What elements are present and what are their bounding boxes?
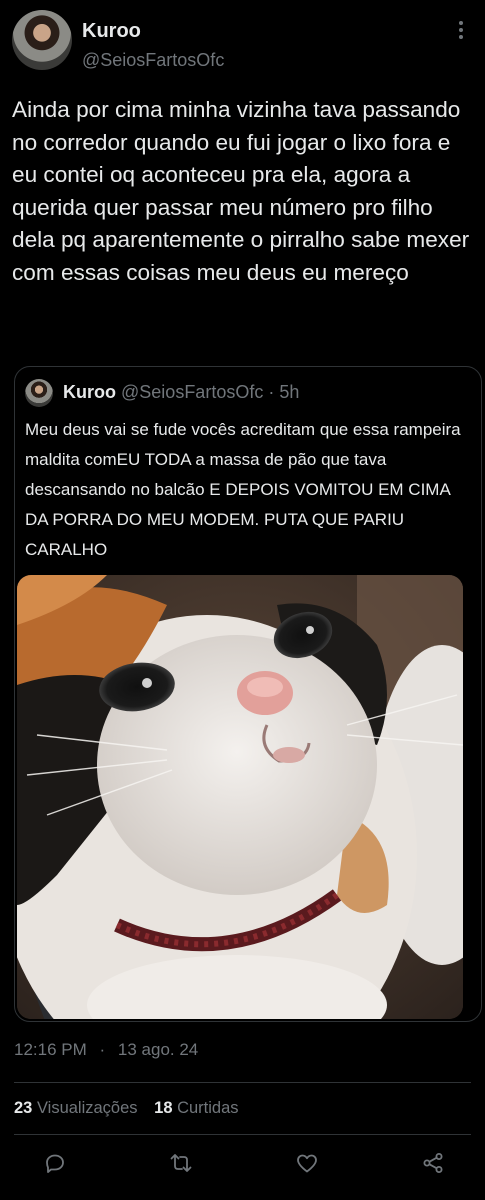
heart-icon (297, 1154, 317, 1173)
views-count[interactable]: 23 (14, 1099, 32, 1117)
more-options-button[interactable] (449, 18, 473, 42)
tweet-stats: 23 Visualizações 18 Curtidas (14, 1099, 251, 1118)
divider (14, 1134, 471, 1135)
quoted-avatar[interactable] (25, 379, 53, 407)
quoted-header: Kuroo @SeiosFartosOfc · 5h (63, 382, 299, 403)
share-icon (423, 1153, 443, 1173)
author-name[interactable]: Kuroo (82, 20, 141, 43)
quoted-tweet-text: Meu deus vai se fude vocês acreditam que… (25, 420, 461, 559)
cat-photo (17, 575, 463, 1019)
likes-label[interactable]: Curtidas (177, 1099, 238, 1117)
tweet-text: Ainda por cima minha vizinha tava passan… (12, 97, 470, 285)
avatar[interactable] (12, 10, 72, 70)
reply-icon (46, 1154, 64, 1173)
quoted-tweet[interactable]: Kuroo @SeiosFartosOfc · 5h Meu deus vai … (14, 366, 482, 1022)
likes-count[interactable]: 18 (154, 1099, 172, 1117)
quoted-author-handle[interactable]: @SeiosFartosOfc (121, 382, 263, 402)
like-button[interactable] (294, 1150, 320, 1176)
tweet-meta: 12:16 PM · 13 ago. 24 (14, 1040, 198, 1060)
meta-separator: · (99, 1040, 106, 1059)
retweet-button[interactable] (168, 1150, 194, 1176)
quoted-author-name[interactable]: Kuroo (63, 382, 116, 402)
tweet-time[interactable]: 12:16 PM (14, 1040, 87, 1059)
divider (14, 1082, 471, 1083)
tweet-date[interactable]: 13 ago. 24 (118, 1040, 198, 1059)
share-button[interactable] (420, 1150, 446, 1176)
views-label[interactable]: Visualizações (37, 1099, 138, 1117)
tweet-header: Kuroo @SeiosFartosOfc (12, 10, 473, 74)
reply-button[interactable] (42, 1150, 68, 1176)
quoted-separator: · (268, 382, 275, 402)
author-handle[interactable]: @SeiosFartosOfc (82, 50, 224, 71)
quoted-media-image[interactable] (17, 575, 463, 1019)
more-vertical-icon (459, 21, 463, 39)
tweet-detail-page: Kuroo @SeiosFartosOfc Ainda por cima min… (0, 0, 485, 1200)
retweet-icon (170, 1154, 192, 1172)
quoted-timestamp[interactable]: 5h (279, 382, 299, 402)
action-bar (0, 1150, 485, 1180)
